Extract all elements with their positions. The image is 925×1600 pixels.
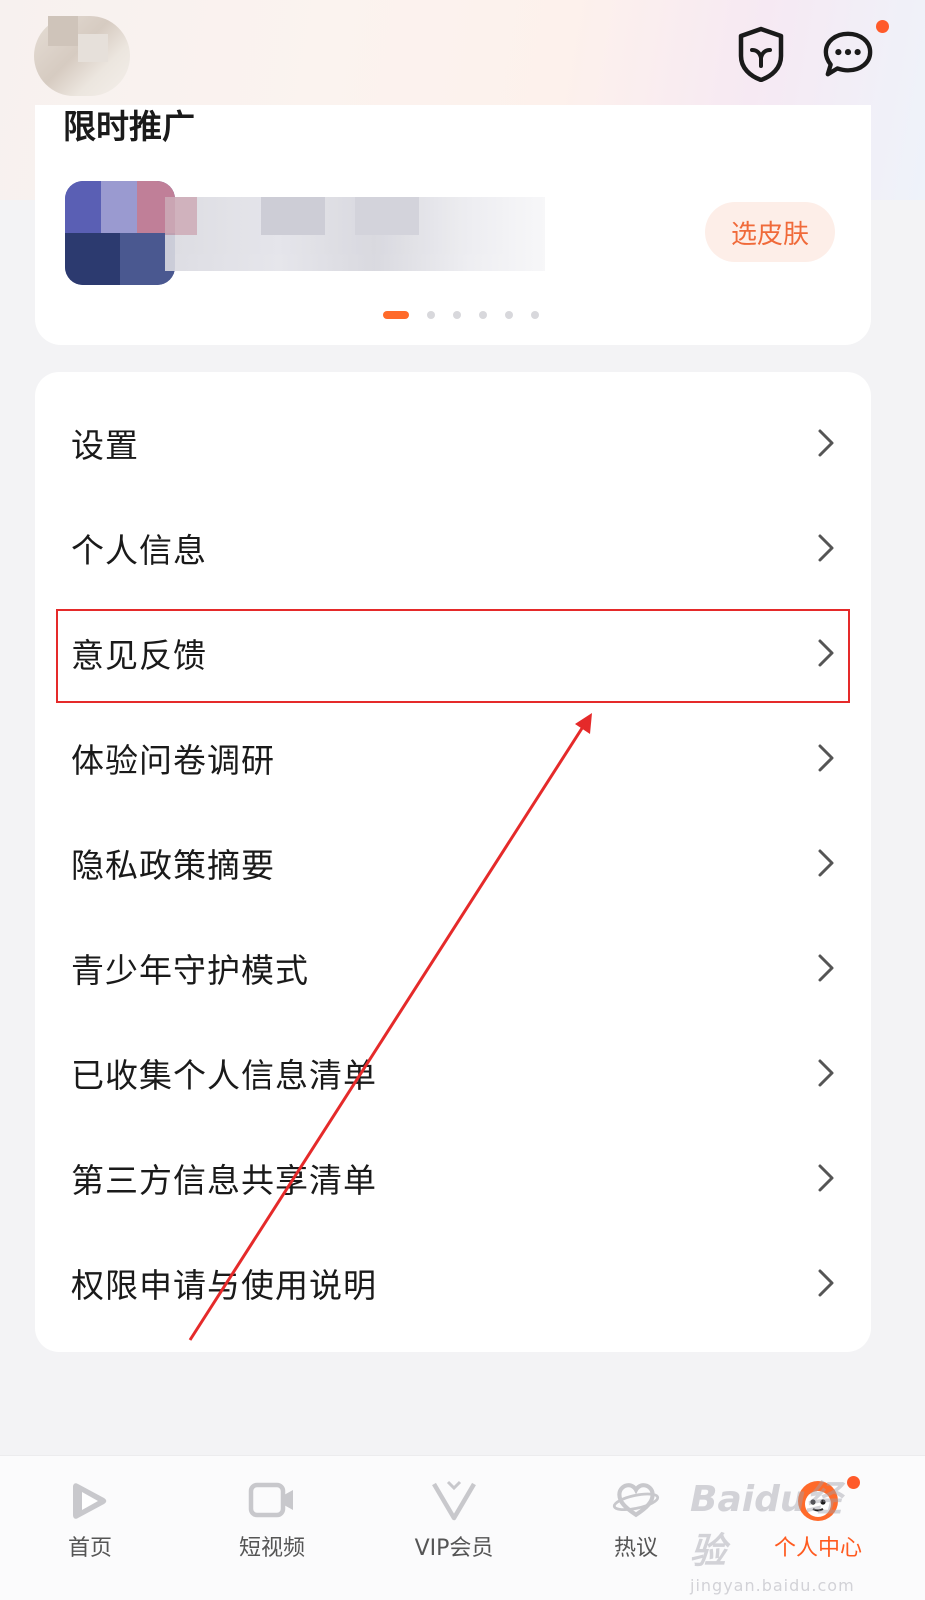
bottom-tab-bar: 首页 短视频 VIP会员 热议 个人中心: [0, 1455, 925, 1600]
menu-item-label: 青少年守护模式: [71, 950, 309, 990]
menu-item-label: 已收集个人信息清单: [71, 1055, 377, 1095]
promo-thumbnail[interactable]: [65, 181, 175, 285]
video-camera-icon: [248, 1482, 293, 1518]
menu-item-label: 意见反馈: [71, 635, 207, 675]
chevron-right-icon: [818, 1059, 834, 1086]
chevron-right-icon: [818, 1269, 834, 1296]
chevron-right-icon: [818, 639, 834, 666]
tab-vip[interactable]: VIP会员: [384, 1456, 524, 1600]
menu-item[interactable]: 青少年守护模式: [35, 915, 871, 1020]
menu-item[interactable]: 权限申请与使用说明: [35, 1230, 871, 1335]
settings-menu: 设置个人信息意见反馈体验问卷调研 隐私政策摘要 青少年守护模式已收集个人信息清单 第三…: [35, 372, 871, 1352]
vip-v-icon: [432, 1480, 476, 1521]
carousel-dot[interactable]: [479, 311, 487, 319]
carousel-dot[interactable]: [531, 311, 539, 319]
menu-item-label: 设置: [71, 425, 139, 465]
chevron-right-icon: [818, 1164, 834, 1191]
home-play-icon: [73, 1483, 107, 1519]
promo-title: 限时推广: [63, 107, 195, 146]
chevron-right-icon: [818, 744, 834, 771]
carousel-pager: [383, 310, 539, 320]
tab-profile[interactable]: 个人中心: [748, 1456, 888, 1600]
menu-item-label: 个人信息: [71, 530, 207, 570]
carousel-dot[interactable]: [427, 311, 435, 319]
chat-bubble-icon: [823, 31, 873, 77]
planet-heart-icon: [612, 1483, 660, 1518]
tab-short-video[interactable]: 短视频: [202, 1456, 342, 1600]
carousel-dot[interactable]: [383, 311, 409, 319]
menu-item[interactable]: 第三方信息共享清单: [35, 1125, 871, 1230]
menu-item-label: 体验问卷调研: [71, 740, 275, 780]
choose-skin-button[interactable]: 选皮肤: [705, 202, 835, 262]
profile-mascot-icon: [798, 1481, 838, 1521]
chevron-right-icon: [818, 954, 834, 981]
shield-icon: [738, 26, 784, 82]
carousel-dot[interactable]: [453, 311, 461, 319]
promo-card: 限时推广 选皮肤: [35, 105, 871, 345]
profile-notification-dot: [847, 1476, 860, 1489]
menu-item-label: 隐私政策摘要: [71, 845, 275, 885]
menu-item[interactable]: 已收集个人信息清单: [35, 1020, 871, 1125]
menu-item[interactable]: 设置: [35, 390, 871, 495]
security-shield-button[interactable]: [735, 26, 787, 82]
menu-item[interactable]: 意见反馈: [35, 600, 871, 705]
menu-item[interactable]: 体验问卷调研: [35, 705, 871, 810]
carousel-dot[interactable]: [505, 311, 513, 319]
chevron-right-icon: [818, 534, 834, 561]
chevron-right-icon: [818, 429, 834, 456]
tab-home[interactable]: 首页: [20, 1456, 160, 1600]
menu-item[interactable]: 个人信息: [35, 495, 871, 600]
menu-item-label: 权限申请与使用说明: [71, 1265, 377, 1305]
avatar[interactable]: [34, 16, 130, 96]
menu-item-label: 第三方信息共享清单: [71, 1160, 377, 1200]
menu-item[interactable]: 隐私政策摘要: [35, 810, 871, 915]
messages-button[interactable]: [822, 28, 874, 80]
notification-dot: [876, 20, 889, 33]
tab-hot-discussion[interactable]: 热议: [566, 1456, 706, 1600]
promo-blurred-text: [165, 197, 545, 271]
chevron-right-icon: [818, 849, 834, 876]
